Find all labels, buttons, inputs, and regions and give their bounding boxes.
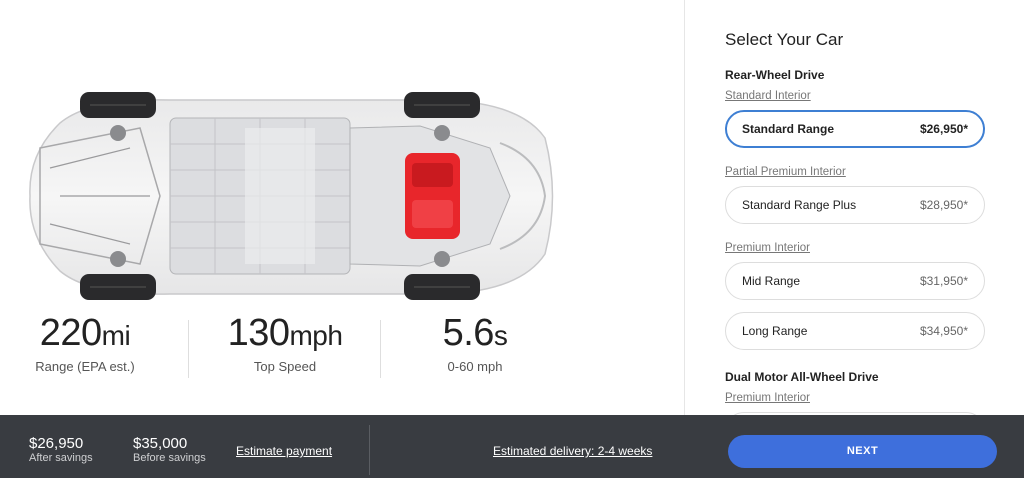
- car-chassis-image: [29, 92, 554, 300]
- option-standard-range[interactable]: Standard Range $26,950*: [725, 110, 985, 148]
- spec-divider: [188, 320, 189, 378]
- option-price: $34,950*: [919, 324, 968, 338]
- option-name: Standard Range Plus: [742, 198, 857, 212]
- spec-range-value: 220: [39, 312, 102, 354]
- footer-bar: $26,950 After savings $35,000 Before sav…: [0, 415, 1024, 478]
- estimated-delivery-link[interactable]: Estimated delivery: 2-4 weeks: [493, 444, 652, 458]
- option-price: $28,950*: [919, 198, 968, 212]
- spec-accel-label: 0-60 mph: [447, 359, 503, 374]
- price-before-savings: $35,000 Before savings: [133, 435, 206, 464]
- footer-divider: [369, 425, 370, 475]
- estimate-payment-link[interactable]: Estimate payment: [236, 444, 332, 458]
- link-awd-premium-interior[interactable]: Premium Interior: [725, 392, 810, 404]
- option-standard-range-plus[interactable]: Standard Range Plus $28,950*: [725, 186, 985, 224]
- spec-divider: [380, 320, 381, 378]
- after-savings-label: After savings: [29, 452, 93, 464]
- option-price: $26,950*: [919, 122, 968, 136]
- spec-speed-value: 130: [227, 312, 290, 354]
- option-price: $31,950*: [919, 274, 968, 288]
- spec-range: 220mi Range (EPA est.): [20, 312, 150, 374]
- spec-range-label: Range (EPA est.): [35, 359, 135, 374]
- car-selection-panel[interactable]: Select Your Car Rear-Wheel Drive Standar…: [685, 0, 1024, 415]
- car-visual-area: 220mi Range (EPA est.) 130mph Top Speed …: [0, 0, 684, 415]
- spec-top-speed: 130mph Top Speed: [205, 312, 365, 374]
- option-long-range[interactable]: Long Range $34,950*: [725, 312, 985, 350]
- spec-accel-value: 5.6: [442, 312, 495, 354]
- link-premium-interior[interactable]: Premium Interior: [725, 242, 810, 254]
- spec-speed-label: Top Speed: [253, 359, 317, 374]
- next-button[interactable]: NEXT: [728, 435, 997, 468]
- spec-stats: 220mi Range (EPA est.) 130mph Top Speed …: [0, 312, 560, 382]
- before-savings-label: Before savings: [133, 452, 206, 464]
- link-partial-premium-interior[interactable]: Partial Premium Interior: [725, 166, 846, 178]
- spec-speed-unit: mph: [289, 320, 343, 351]
- before-savings-amount: $35,000: [133, 435, 188, 452]
- panel-title: Select Your Car: [725, 30, 844, 49]
- spec-acceleration: 5.6s 0-60 mph: [410, 312, 540, 374]
- option-mid-range[interactable]: Mid Range $31,950*: [725, 262, 985, 300]
- section-dual-motor-awd: Dual Motor All-Wheel Drive: [725, 370, 879, 384]
- section-rear-wheel-drive: Rear-Wheel Drive: [725, 68, 825, 82]
- option-name: Mid Range: [742, 274, 801, 288]
- link-standard-interior[interactable]: Standard Interior: [725, 90, 811, 102]
- spec-range-unit: mi: [101, 320, 131, 351]
- option-name: Long Range: [742, 324, 808, 338]
- price-after-savings: $26,950 After savings: [29, 435, 93, 464]
- spec-accel-unit: s: [493, 320, 508, 351]
- option-name: Standard Range: [742, 122, 835, 136]
- after-savings-amount: $26,950: [29, 435, 84, 452]
